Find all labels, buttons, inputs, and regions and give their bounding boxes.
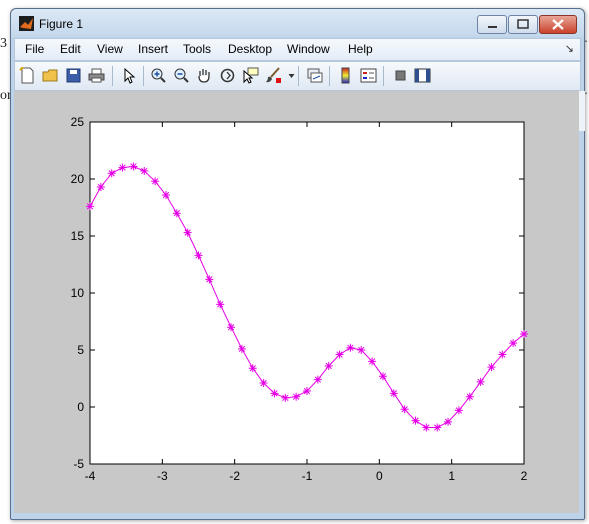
brush-icon[interactable] bbox=[265, 67, 282, 84]
data-cursor-icon[interactable] bbox=[242, 67, 259, 84]
y-tick-label: -5 bbox=[73, 457, 84, 471]
x-tick-label: -2 bbox=[229, 469, 240, 483]
menu-bar: File Edit View Insert Tools Desktop Wind… bbox=[14, 38, 581, 61]
data-point-marker bbox=[454, 406, 463, 415]
menu-help[interactable]: Help bbox=[348, 42, 373, 56]
y-tick-label: 0 bbox=[77, 400, 84, 414]
pan-hand-icon[interactable] bbox=[196, 67, 213, 84]
data-point-marker bbox=[498, 350, 507, 359]
data-point-marker bbox=[248, 364, 257, 373]
toolbar-separator bbox=[298, 66, 299, 86]
data-point-marker bbox=[487, 363, 496, 372]
data-point-marker bbox=[194, 251, 203, 260]
minimize-icon bbox=[488, 26, 497, 28]
brush-dropdown-icon[interactable] bbox=[283, 67, 295, 84]
background-text-fragment: 3 bbox=[0, 36, 7, 51]
dock-arrow-icon[interactable]: ↘ bbox=[565, 42, 574, 55]
matlab-icon bbox=[19, 16, 34, 31]
menu-file[interactable]: File bbox=[25, 42, 44, 56]
save-icon[interactable] bbox=[65, 67, 82, 84]
colorbar-icon[interactable] bbox=[337, 67, 354, 84]
figure-toolbar bbox=[14, 61, 581, 91]
toolbar-separator bbox=[112, 66, 113, 86]
data-point-marker bbox=[444, 417, 453, 426]
rotate-3d-icon[interactable] bbox=[219, 67, 236, 84]
data-point-marker bbox=[465, 392, 474, 401]
link-plot-icon[interactable] bbox=[306, 67, 323, 84]
x-tick-label: -3 bbox=[157, 469, 168, 483]
y-tick-label: 10 bbox=[71, 286, 85, 300]
data-point-marker bbox=[346, 343, 355, 352]
maximize-button[interactable] bbox=[508, 15, 538, 34]
data-point-marker bbox=[292, 392, 301, 401]
data-point-marker bbox=[227, 323, 236, 332]
zoom-in-icon[interactable] bbox=[150, 67, 167, 84]
data-point-marker bbox=[411, 416, 420, 425]
data-point-marker bbox=[378, 372, 387, 381]
toolbar-separator bbox=[143, 66, 144, 86]
menu-desktop[interactable]: Desktop bbox=[228, 42, 272, 56]
data-point-marker bbox=[509, 339, 518, 348]
y-tick-label: 15 bbox=[71, 229, 85, 243]
show-plot-tools-icon[interactable] bbox=[414, 67, 431, 84]
zoom-out-icon[interactable] bbox=[173, 67, 190, 84]
close-button[interactable] bbox=[539, 15, 577, 34]
menu-tools[interactable]: Tools bbox=[183, 42, 211, 56]
y-tick-label: 5 bbox=[77, 343, 84, 357]
new-figure-icon[interactable] bbox=[19, 67, 36, 84]
data-point-marker bbox=[86, 202, 94, 211]
menu-edit[interactable]: Edit bbox=[60, 42, 81, 56]
menu-window[interactable]: Window bbox=[287, 42, 330, 56]
data-point-marker bbox=[313, 375, 322, 384]
data-point-marker bbox=[303, 387, 311, 396]
data-point-marker bbox=[433, 423, 442, 432]
maximize-icon bbox=[517, 19, 529, 29]
data-point-marker bbox=[368, 357, 377, 366]
print-icon[interactable] bbox=[88, 67, 105, 84]
data-point-marker bbox=[216, 300, 225, 309]
data-point-marker bbox=[357, 346, 366, 354]
x-tick-label: -4 bbox=[85, 469, 96, 483]
data-point-marker bbox=[324, 361, 333, 370]
open-file-icon[interactable] bbox=[42, 67, 59, 84]
x-tick-label: 0 bbox=[376, 469, 383, 483]
figure-window: Figure 1 File Edit View Insert Tools Des… bbox=[10, 8, 585, 520]
canvas-edge bbox=[579, 91, 585, 131]
data-point-marker bbox=[389, 389, 398, 398]
line-plot[interactable]: -4 -3 -2 -1 0 1 2 -5 0 5 10 15 20 25 bbox=[14, 91, 579, 513]
x-tick-label: -1 bbox=[302, 469, 313, 483]
data-point-marker bbox=[259, 379, 268, 388]
y-tick-label: 20 bbox=[71, 172, 85, 186]
data-point-marker bbox=[270, 389, 279, 398]
data-point-marker bbox=[476, 377, 485, 386]
x-tick-label: 1 bbox=[448, 469, 455, 483]
data-point-marker bbox=[335, 350, 344, 359]
title-bar[interactable]: Figure 1 bbox=[11, 9, 584, 37]
menu-insert[interactable]: Insert bbox=[138, 42, 168, 56]
menu-view[interactable]: View bbox=[97, 42, 123, 56]
legend-icon[interactable] bbox=[360, 67, 377, 84]
toolbar-separator bbox=[329, 66, 330, 86]
hide-plot-tools-icon[interactable] bbox=[392, 67, 409, 84]
window-title: Figure 1 bbox=[39, 17, 84, 31]
close-icon bbox=[552, 19, 564, 30]
data-point-marker bbox=[422, 423, 431, 432]
minimize-button[interactable] bbox=[477, 15, 507, 34]
x-tick-label: 2 bbox=[521, 469, 528, 483]
y-tick-label: 25 bbox=[71, 115, 85, 129]
data-point-marker bbox=[400, 405, 409, 414]
data-point-marker bbox=[281, 393, 290, 402]
figure-canvas: -4 -3 -2 -1 0 1 2 -5 0 5 10 15 20 25 bbox=[14, 91, 585, 513]
toolbar-separator bbox=[383, 66, 384, 86]
select-arrow-icon[interactable] bbox=[120, 67, 137, 84]
